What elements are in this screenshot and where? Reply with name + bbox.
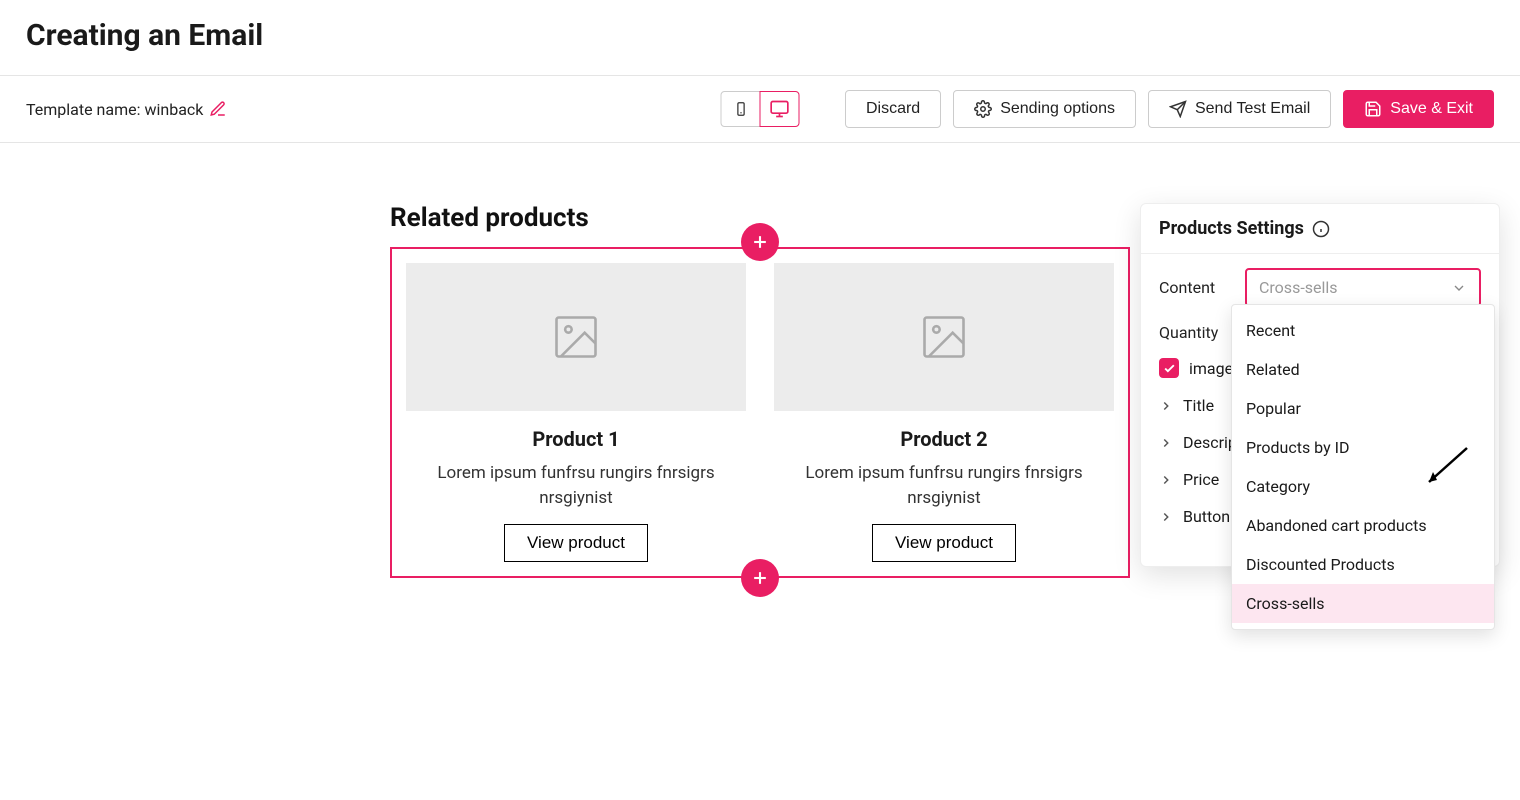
content-dropdown: Recent Related Popular Products by ID Ca… — [1231, 304, 1495, 630]
image-placeholder[interactable] — [774, 263, 1114, 411]
content-select-value: Cross-sells — [1259, 278, 1338, 297]
dropdown-option-popular[interactable]: Popular — [1232, 389, 1494, 428]
product-description[interactable]: Lorem ipsum funfrsu rungirs fnrsigrs nrs… — [774, 461, 1114, 510]
send-test-email-button[interactable]: Send Test Email — [1148, 90, 1331, 128]
chevron-right-icon — [1159, 510, 1173, 524]
content-select[interactable]: Cross-sells — [1245, 268, 1481, 307]
add-block-above-button[interactable] — [741, 223, 779, 261]
image-placeholder[interactable] — [406, 263, 746, 411]
product-title[interactable]: Product 1 — [406, 427, 746, 451]
sending-options-button[interactable]: Sending options — [953, 90, 1136, 128]
checkbox-checked-icon — [1159, 358, 1179, 378]
save-icon — [1364, 100, 1382, 118]
dropdown-option-abandoned-cart[interactable]: Abandoned cart products — [1232, 506, 1494, 545]
add-block-below-button[interactable] — [741, 559, 779, 597]
product-card: Product 2 Lorem ipsum funfrsu rungirs fn… — [774, 263, 1114, 562]
chevron-right-icon — [1159, 436, 1173, 450]
send-icon — [1169, 100, 1187, 118]
quantity-label: Quantity — [1159, 323, 1231, 342]
edit-template-name-icon[interactable] — [209, 100, 227, 118]
view-product-button[interactable]: View product — [504, 524, 648, 562]
save-exit-button[interactable]: Save & Exit — [1343, 90, 1494, 128]
dropdown-option-recent[interactable]: Recent — [1232, 311, 1494, 350]
gear-icon — [974, 100, 992, 118]
dropdown-option-discounted[interactable]: Discounted Products — [1232, 545, 1494, 584]
view-product-button[interactable]: View product — [872, 524, 1016, 562]
template-name-value: winback — [144, 100, 203, 119]
dropdown-option-category[interactable]: Category — [1232, 467, 1494, 506]
dropdown-option-products-by-id[interactable]: Products by ID — [1232, 428, 1494, 467]
settings-panel-title: Products Settings — [1159, 218, 1304, 239]
discard-button[interactable]: Discard — [845, 90, 941, 128]
viewport-toggle — [721, 91, 800, 127]
desktop-view-button[interactable] — [760, 91, 800, 127]
chevron-down-icon — [1451, 280, 1467, 296]
page-title: Creating an Email — [26, 18, 1494, 53]
products-settings-panel: Products Settings Content Cross-sells Qu… — [1140, 203, 1500, 567]
toolbar: Template name: winback Discard Sending o… — [0, 76, 1520, 143]
product-card: Product 1 Lorem ipsum funfrsu rungirs fn… — [406, 263, 746, 562]
products-block[interactable]: Product 1 Lorem ipsum funfrsu rungirs fn… — [390, 247, 1130, 578]
info-icon[interactable] — [1312, 220, 1330, 238]
product-title[interactable]: Product 2 — [774, 427, 1114, 451]
dropdown-option-related[interactable]: Related — [1232, 350, 1494, 389]
product-description[interactable]: Lorem ipsum funfrsu rungirs fnrsigrs nrs… — [406, 461, 746, 510]
dropdown-option-cross-sells[interactable]: Cross-sells — [1232, 584, 1494, 623]
image-checkbox-label: image — [1189, 359, 1233, 378]
editor-canvas: Related products Product 1 Lorem ipsum f… — [0, 143, 1520, 658]
chevron-right-icon — [1159, 473, 1173, 487]
content-label: Content — [1159, 278, 1231, 297]
mobile-view-button[interactable] — [721, 91, 761, 127]
chevron-right-icon — [1159, 399, 1173, 413]
template-name-label: Template name: winback — [26, 100, 203, 119]
